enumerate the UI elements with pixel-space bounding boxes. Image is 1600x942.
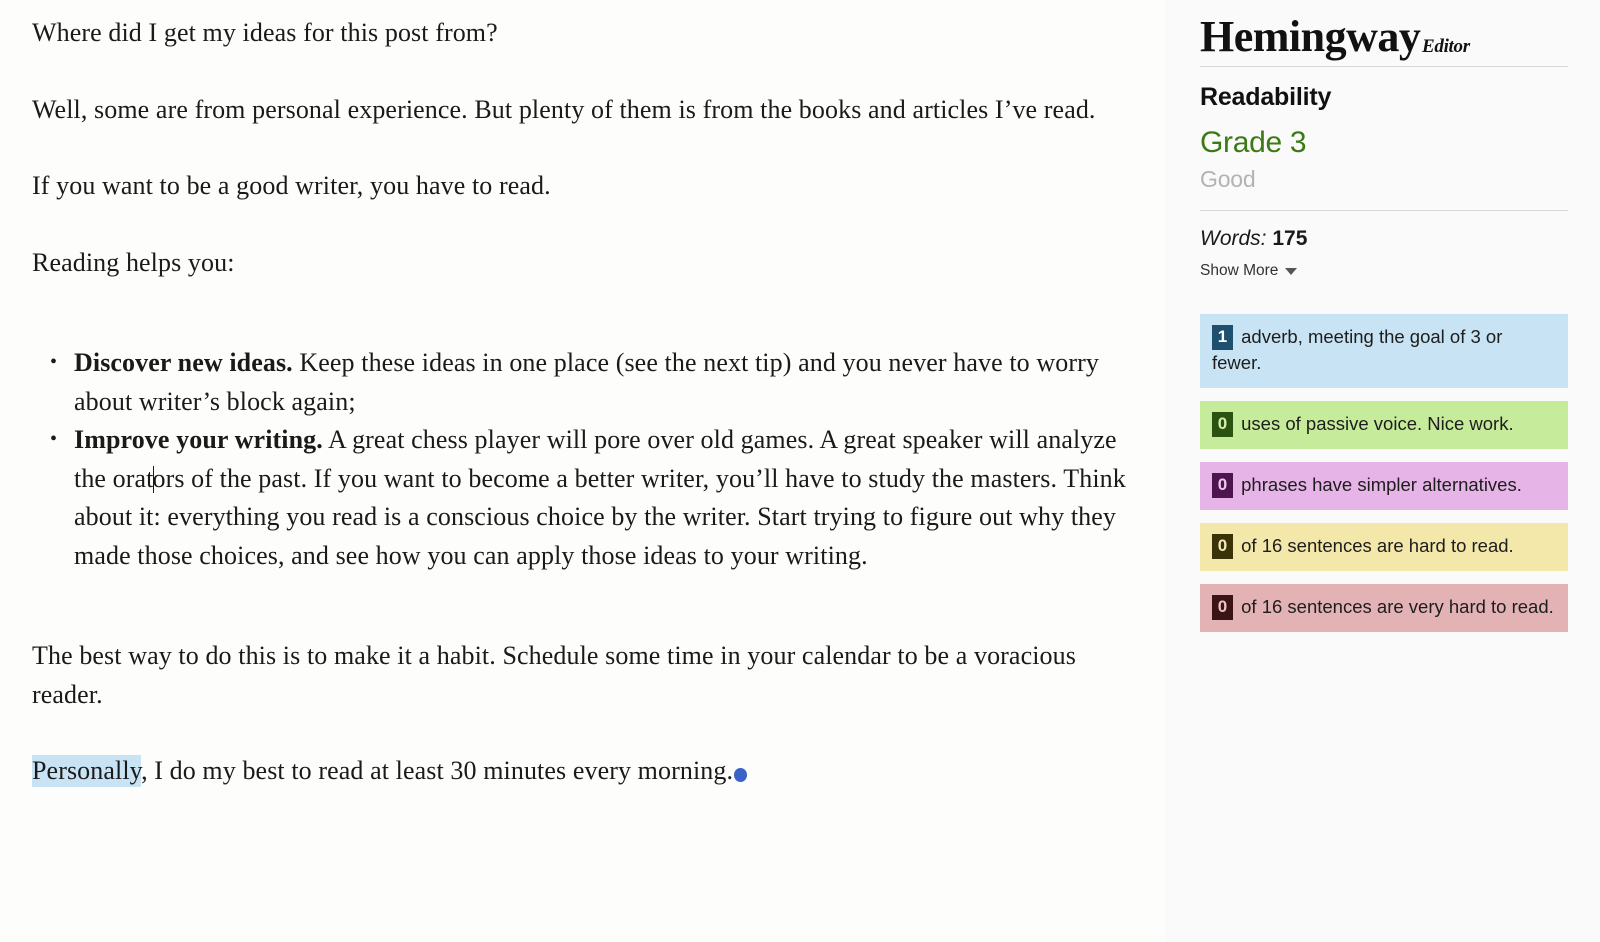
readability-heading: Readability <box>1200 83 1332 111</box>
stat-badge-count: 1 <box>1212 325 1233 350</box>
editor-pane[interactable]: Where did I get my ideas for this post f… <box>0 0 1166 942</box>
stat-hard-sentences[interactable]: 0 of 16 sentences are hard to read. <box>1200 523 1568 571</box>
stats-list: 1 adverb, meeting the goal of 3 or fewer… <box>1200 292 1568 632</box>
stat-badge-count: 0 <box>1212 412 1233 437</box>
chevron-down-icon <box>1285 267 1298 275</box>
readability-grade: Grade 3 <box>1200 126 1307 159</box>
stat-adverbs[interactable]: 1 adverb, meeting the goal of 3 or fewer… <box>1200 314 1568 388</box>
stat-text: of 16 sentences are very hard to read. <box>1236 596 1554 617</box>
list-item-lead: Discover new ideas. <box>74 348 293 377</box>
reading-benefits-list[interactable]: Discover new ideas. Keep these ideas in … <box>32 343 1136 575</box>
stat-text: phrases have simpler alternatives. <box>1236 474 1522 495</box>
list-item-lead: Improve your writing. <box>74 425 323 454</box>
stat-badge-count: 0 <box>1212 534 1233 559</box>
stat-text: adverb, meeting the goal of 3 or fewer. <box>1212 326 1503 373</box>
readability-section: Readability Grade 3 Good <box>1200 67 1568 210</box>
paragraph-list-intro[interactable]: Reading helps you: <box>32 244 1136 283</box>
stat-text: uses of passive voice. Nice work. <box>1236 413 1514 434</box>
stat-passive-voice[interactable]: 0 uses of passive voice. Nice work. <box>1200 401 1568 449</box>
paragraph-advice[interactable]: If you want to be a good writer, you hav… <box>32 167 1136 206</box>
adverb-highlight[interactable]: Personally <box>32 755 142 787</box>
logo-subtitle: Editor <box>1422 36 1470 57</box>
readability-quality: Good <box>1200 166 1256 192</box>
cursor-dot-indicator <box>734 768 748 782</box>
show-more-button[interactable]: Show More <box>1200 260 1298 282</box>
word-count-label: Words: <box>1200 227 1267 250</box>
word-count-value: 175 <box>1272 227 1308 250</box>
show-more-label: Show More <box>1200 262 1279 279</box>
stat-very-hard-sentences[interactable]: 0 of 16 sentences are very hard to read. <box>1200 584 1568 632</box>
list-item[interactable]: Discover new ideas. Keep these ideas in … <box>50 343 1136 421</box>
paragraph-habit[interactable]: The best way to do this is to make it a … <box>32 637 1136 714</box>
logo-wordmark: Hemingway <box>1200 12 1421 61</box>
list-item[interactable]: Improve your writing. A great chess play… <box>50 420 1136 575</box>
stat-text: of 16 sentences are hard to read. <box>1236 535 1514 556</box>
editor-document[interactable]: Where did I get my ideas for this post f… <box>0 0 1166 791</box>
paragraph-personally[interactable]: Personally, I do my best to read at leas… <box>32 752 1136 791</box>
hemingway-logo[interactable]: Hemingway Editor <box>1200 0 1568 66</box>
sidebar-panel: Hemingway Editor Readability Grade 3 Goo… <box>1166 0 1600 942</box>
word-count-line: Words: 175 <box>1200 225 1568 253</box>
paragraph-question[interactable]: Where did I get my ideas for this post f… <box>32 14 1136 53</box>
list-item-body-after-caret: ors of the past. If you want to become a… <box>74 463 1126 570</box>
words-section: Words: 175 Show More <box>1200 211 1568 292</box>
hemingway-editor-app: Where did I get my ideas for this post f… <box>0 0 1600 942</box>
stat-badge-count: 0 <box>1212 473 1233 498</box>
stat-badge-count: 0 <box>1212 595 1233 620</box>
paragraph-sources[interactable]: Well, some are from personal experience.… <box>32 91 1136 130</box>
stat-simpler-alternatives[interactable]: 0 phrases have simpler alternatives. <box>1200 462 1568 510</box>
paragraph-personally-rest: , I do my best to read at least 30 minut… <box>141 756 734 785</box>
